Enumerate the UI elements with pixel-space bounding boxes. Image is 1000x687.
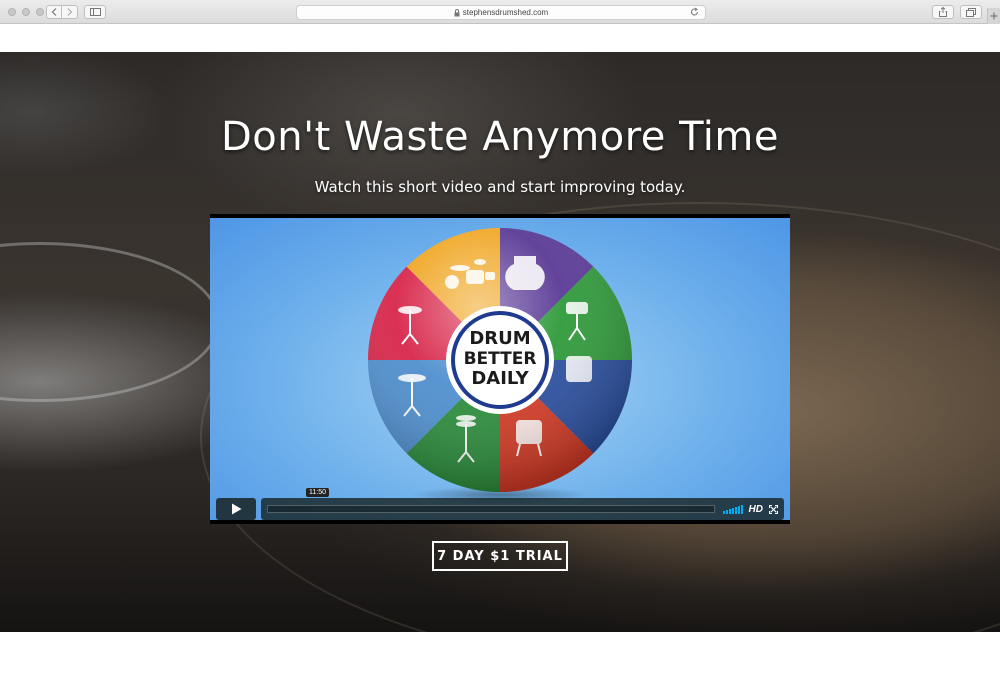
volume-bar [740, 505, 743, 514]
chevron-left-icon [51, 8, 57, 16]
tabs-icon [966, 7, 976, 17]
volume-bar [728, 509, 731, 514]
new-tab-button[interactable] [987, 8, 1000, 24]
logo-word-3: DAILY [471, 368, 529, 389]
window-controls [8, 8, 44, 16]
zoom-window-button[interactable] [36, 8, 44, 16]
fullscreen-button[interactable] [769, 504, 778, 514]
play-button[interactable] [216, 498, 256, 520]
sidebar-icon [89, 8, 101, 16]
history-nav [46, 5, 78, 19]
chevron-right-icon [67, 8, 72, 16]
share-icon [939, 7, 947, 17]
video-frame[interactable]: DRUM BETTER DAILY 11:50 HD [210, 218, 790, 520]
url-text: stephensdrumshed.com [462, 8, 549, 17]
back-button[interactable] [46, 5, 62, 19]
share-button[interactable] [932, 5, 954, 19]
plus-icon [990, 12, 998, 20]
progress-bar[interactable] [267, 505, 715, 513]
volume-bar [731, 508, 734, 514]
fullscreen-icon [769, 504, 778, 514]
close-window-button[interactable] [8, 8, 16, 16]
hero-section: Don't Waste Anymore Time Watch this shor… [0, 52, 1000, 632]
reload-icon[interactable] [690, 7, 699, 17]
volume-bar [725, 510, 728, 514]
video-player[interactable]: DRUM BETTER DAILY 11:50 HD [210, 214, 790, 524]
center-badge: DRUM BETTER DAILY [446, 306, 554, 414]
page-title: Don't Waste Anymore Time [221, 114, 779, 160]
lock-icon [454, 8, 460, 16]
volume-bar [737, 506, 740, 514]
address-bar[interactable]: stephensdrumshed.com [296, 5, 706, 20]
volume-bar [722, 511, 725, 514]
hd-toggle[interactable]: HD [749, 504, 763, 515]
video-duration: 11:50 [306, 488, 329, 497]
browser-toolbar: stephensdrumshed.com [0, 0, 1000, 24]
drum-background-decoration [0, 242, 220, 402]
forward-button[interactable] [62, 5, 78, 19]
drum-better-daily-logo: DRUM BETTER DAILY [368, 228, 632, 492]
play-icon [231, 503, 241, 515]
page-subtitle: Watch this short video and start improvi… [314, 178, 686, 196]
sidebar-toggle-button[interactable] [84, 5, 106, 19]
trial-signup-button[interactable]: 7 DAY $1 TRIAL [432, 541, 568, 571]
show-tabs-button[interactable] [960, 5, 982, 19]
logo-word-1: DRUM [469, 328, 530, 349]
volume-bar [734, 507, 737, 514]
logo-word-2: BETTER [464, 349, 537, 369]
progress-area: 11:50 HD [261, 488, 784, 520]
volume-control[interactable] [722, 504, 743, 514]
video-controls: 11:50 HD [216, 488, 784, 520]
minimize-window-button[interactable] [22, 8, 30, 16]
